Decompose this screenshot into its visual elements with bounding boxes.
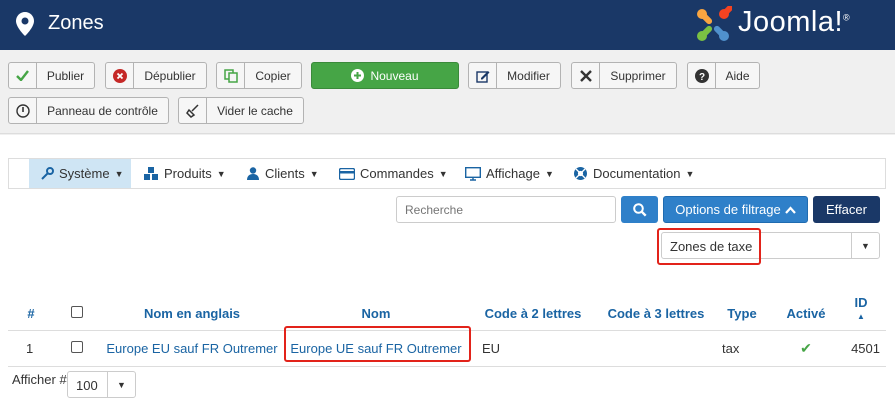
menu-item-documentation[interactable]: Documentation ▼ [574, 159, 694, 188]
main-menu: Système ▼ Produits ▼ Clients ▼ Commandes ▼ A… [8, 158, 886, 189]
highlight-box [657, 228, 761, 265]
times-circle-icon [106, 63, 134, 88]
row-code3 [598, 330, 714, 367]
user-icon [247, 167, 259, 180]
map-pin-icon [16, 12, 34, 39]
col-select-all [54, 280, 100, 331]
page-title: Zones [48, 12, 104, 34]
col-active[interactable]: Activé [770, 280, 842, 331]
caret-down-icon: ▼ [107, 372, 135, 397]
clear-cache-button[interactable]: Vider le cache [178, 97, 304, 124]
joomla-logo-icon [694, 3, 735, 47]
col-name[interactable]: Nom [284, 280, 468, 331]
row-name-en-cell: Europe EU sauf FR Outremer [100, 330, 284, 367]
times-icon [572, 63, 600, 88]
delete-button[interactable]: Supprimer [571, 62, 677, 89]
row-name-en-link[interactable]: Europe EU sauf FR Outremer [106, 341, 277, 356]
row-checkbox[interactable] [71, 340, 83, 353]
menu-item-systeme[interactable]: Système ▼ [29, 159, 131, 188]
caret-down-icon: ▼ [685, 168, 695, 179]
caret-down-icon: ▼ [309, 168, 319, 179]
broom-icon [179, 98, 207, 123]
header-bar: Zones Joomla!® [0, 0, 895, 50]
help-button[interactable]: ? Aide [687, 62, 760, 89]
col-type[interactable]: Type [714, 280, 770, 331]
check-icon [9, 63, 37, 88]
caret-down-icon: ▼ [544, 168, 554, 179]
caret-down-icon: ▼ [114, 168, 124, 179]
menu-item-produits[interactable]: Produits ▼ [144, 159, 226, 188]
menu-item-commandes[interactable]: Commandes ▼ [339, 159, 448, 188]
row-code2: EU [468, 330, 598, 367]
row-type: tax [714, 330, 770, 367]
select-all-checkbox[interactable] [71, 305, 83, 318]
list-limit-label: Afficher # [12, 372, 67, 387]
lifebuoy-icon [574, 167, 587, 180]
toolbar: Publier Dépublier Copier Nouveau Modifie… [0, 50, 895, 134]
question-circle-icon: ? [688, 63, 716, 88]
table-header-row: # Nom en anglais Nom Code à 2 lettres Co… [8, 280, 886, 331]
plus-circle-icon [351, 69, 365, 82]
col-id[interactable]: ID ▲ [842, 280, 886, 331]
cubes-icon [144, 167, 159, 180]
highlight-box [284, 326, 471, 362]
list-limit-select[interactable]: 100 ▼ [67, 371, 136, 398]
publish-button[interactable]: Publier [8, 62, 95, 89]
col-name-en[interactable]: Nom en anglais [100, 280, 284, 331]
search-icon [632, 202, 647, 217]
menu-item-affichage[interactable]: Affichage ▼ [465, 159, 554, 188]
edit-icon [469, 63, 497, 88]
unpublish-button[interactable]: Dépublier [105, 62, 207, 89]
new-button[interactable]: Nouveau [311, 62, 459, 89]
search-input[interactable] [396, 196, 616, 223]
joomla-logo-text: Joomla!® [738, 6, 851, 38]
dashboard-icon [9, 98, 37, 123]
control-panel-button[interactable]: Panneau de contrôle [8, 97, 169, 124]
content-area: Système ▼ Produits ▼ Clients ▼ Commandes ▼ A… [0, 135, 895, 409]
edit-button[interactable]: Modifier [468, 62, 561, 89]
svg-text:?: ? [698, 72, 704, 83]
copy-button[interactable]: Copier [216, 62, 302, 89]
caret-down-icon: ▼ [851, 233, 879, 258]
row-active-check-icon[interactable]: ✔ [770, 330, 842, 367]
caret-down-icon: ▼ [438, 168, 448, 179]
col-num: # [8, 280, 54, 331]
row-num: 1 [8, 330, 54, 367]
row-id: 4501 [842, 330, 886, 367]
menu-item-clients[interactable]: Clients ▼ [247, 159, 319, 188]
clear-button[interactable]: Effacer [813, 196, 880, 223]
col-code2[interactable]: Code à 2 lettres [468, 280, 598, 331]
wrench-icon [41, 167, 54, 180]
chevron-up-icon [784, 205, 796, 214]
credit-card-icon [339, 167, 355, 180]
filter-options-button[interactable]: Options de filtrage [663, 196, 808, 223]
search-button[interactable] [621, 196, 658, 223]
col-code3[interactable]: Code à 3 lettres [598, 280, 714, 331]
monitor-icon [465, 166, 481, 181]
copy-icon [217, 63, 245, 88]
caret-down-icon: ▼ [216, 168, 226, 179]
sort-asc-icon: ▲ [857, 311, 865, 321]
row-checkbox-cell [54, 330, 100, 367]
